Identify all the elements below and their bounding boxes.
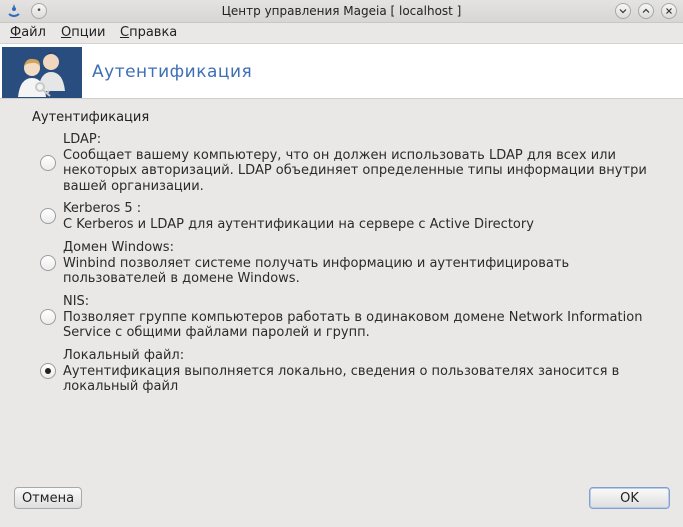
radio-kerberos[interactable] (40, 208, 56, 224)
menu-options[interactable]: Опции (61, 25, 105, 40)
close-icon (666, 8, 672, 14)
cancel-button[interactable]: Отмена (14, 487, 82, 509)
radio-windows-domain[interactable] (40, 255, 56, 271)
option-kerberos-name: Kerberos 5 : (63, 201, 142, 216)
window-titlebar[interactable]: • Центр управления Mageia [ localhost ] (0, 0, 683, 23)
option-nis-description: Позволяет группе компьютеров работать в … (63, 309, 643, 341)
option-ldap-name: LDAP: (63, 132, 102, 147)
option-windows-domain-description: Winbind позволяет системе получать инфор… (63, 255, 570, 287)
option-local-file-description: Аутентификация выполняется локально, све… (63, 363, 620, 395)
option-local-file-name: Локальный файл: (63, 348, 185, 363)
radio-nis[interactable] (40, 309, 56, 325)
minimize-button[interactable] (615, 3, 631, 19)
radio-ldap[interactable] (40, 155, 56, 171)
ok-button[interactable]: OK (589, 487, 670, 509)
option-ldap-description: Сообщает вашему компьютеру, что он долже… (63, 147, 647, 194)
users-icon (2, 47, 82, 98)
chevron-up-icon (642, 8, 650, 13)
window-title: Центр управления Mageia [ localhost ] (221, 4, 462, 18)
close-button[interactable] (661, 3, 677, 19)
page-title: Аутентификация (92, 62, 253, 82)
menu-bar: Файл Опции Справка (0, 23, 683, 43)
maximize-button[interactable] (638, 3, 654, 19)
radio-local-file[interactable] (40, 363, 56, 379)
section-title: Аутентификация (32, 110, 150, 125)
option-kerberos-description: С Kerberos и LDAP для аутентификации на … (63, 216, 534, 232)
header-banner: Аутентификация (0, 43, 683, 99)
chevron-down-icon (619, 9, 627, 14)
option-windows-domain-name: Домен Windows: (63, 240, 174, 255)
menu-file[interactable]: Файл (10, 25, 46, 40)
option-nis-name: NIS: (63, 294, 90, 309)
menu-help[interactable]: Справка (120, 25, 177, 40)
